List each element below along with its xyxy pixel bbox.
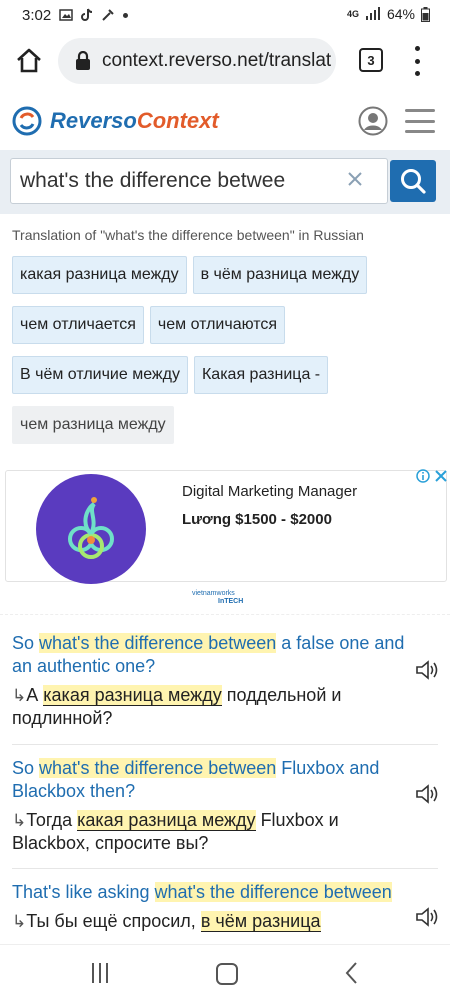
status-bar: 3:02 4G 64% <box>0 0 450 30</box>
search-query[interactable]: what's the difference betwee <box>20 169 330 193</box>
reverso-logo-icon <box>12 106 42 136</box>
search-button[interactable] <box>390 160 436 202</box>
speaker-icon[interactable] <box>414 782 440 806</box>
search-icon <box>401 169 426 194</box>
translation-heading: Translation of "what's the difference be… <box>12 227 364 243</box>
advertisement-banner[interactable]: Digital Marketing Manager Lương $1500 - … <box>5 469 448 584</box>
ad-close-icon[interactable] <box>434 469 448 483</box>
divider <box>12 744 438 745</box>
peacock-logo-icon <box>68 497 114 559</box>
tools-icon <box>102 9 114 21</box>
return-arrow-icon: ↳ <box>12 912 27 931</box>
ad-logo <box>36 474 146 584</box>
system-nav-bar <box>0 944 450 1001</box>
clear-icon[interactable] <box>345 169 365 189</box>
translation-chip-rare[interactable]: чем разница между <box>12 406 174 444</box>
speaker-icon[interactable] <box>414 658 440 682</box>
ad-info-icon[interactable] <box>416 469 430 483</box>
network-type: 4G <box>346 9 359 19</box>
return-arrow-icon: ↳ <box>12 686 27 705</box>
example-item: So what's the difference between Fluxbox… <box>12 758 380 853</box>
site-header: ReversoContext <box>0 92 450 150</box>
tab-count-button[interactable]: 3 <box>359 48 383 72</box>
home-button-icon[interactable] <box>216 963 238 985</box>
reverso-logo[interactable]: ReversoContext <box>12 106 219 136</box>
translation-chip[interactable]: Какая разница - <box>193 356 329 394</box>
search-area: what's the difference betwee <box>0 150 450 214</box>
status-time: 3:02 <box>22 6 52 24</box>
hamburger-menu-icon[interactable] <box>405 109 435 133</box>
ad-salary: Lương $1500 - $2000 <box>182 511 332 528</box>
notification-dot-icon <box>123 12 129 18</box>
translation-chip[interactable]: чем отличается <box>12 306 144 344</box>
translation-chip[interactable]: какая разница между <box>12 256 187 294</box>
ad-title: Digital Marketing Manager <box>182 483 358 500</box>
url-text: context.reverso.net/translat <box>102 50 332 71</box>
battery-icon <box>421 6 430 22</box>
home-icon[interactable] <box>14 46 44 76</box>
logo-text-reverso: Reverso <box>50 108 137 133</box>
back-icon[interactable] <box>344 961 358 985</box>
lock-icon <box>76 51 90 70</box>
tiktok-icon <box>81 8 93 21</box>
divider <box>12 868 438 869</box>
browser-toolbar: context.reverso.net/translat 3 <box>0 30 450 92</box>
recent-apps-icon[interactable] <box>92 963 108 983</box>
translation-chip[interactable]: В чём отличие между <box>12 356 188 394</box>
ad-brand: vietnamworks InTECH <box>192 590 244 605</box>
return-arrow-icon: ↳ <box>12 811 27 830</box>
more-menu-icon[interactable] <box>412 46 422 76</box>
user-account-icon[interactable] <box>358 106 388 136</box>
speaker-icon[interactable] <box>414 905 440 929</box>
translation-chip[interactable]: чем отличаются <box>149 306 286 344</box>
example-item: That's like asking what's the difference… <box>12 882 392 932</box>
logo-text-context: Context <box>136 108 219 133</box>
signal-icon <box>365 7 380 20</box>
translation-chip[interactable]: в чём разница между <box>192 256 368 294</box>
battery-percent: 64% <box>386 6 415 22</box>
translation-chips: какая разница между в чём разница между … <box>12 256 442 456</box>
example-item: So what's the difference between a false… <box>12 633 405 728</box>
search-input[interactable]: what's the difference betwee <box>10 158 388 204</box>
address-bar[interactable]: context.reverso.net/translat <box>58 38 336 84</box>
gallery-icon <box>59 9 73 21</box>
